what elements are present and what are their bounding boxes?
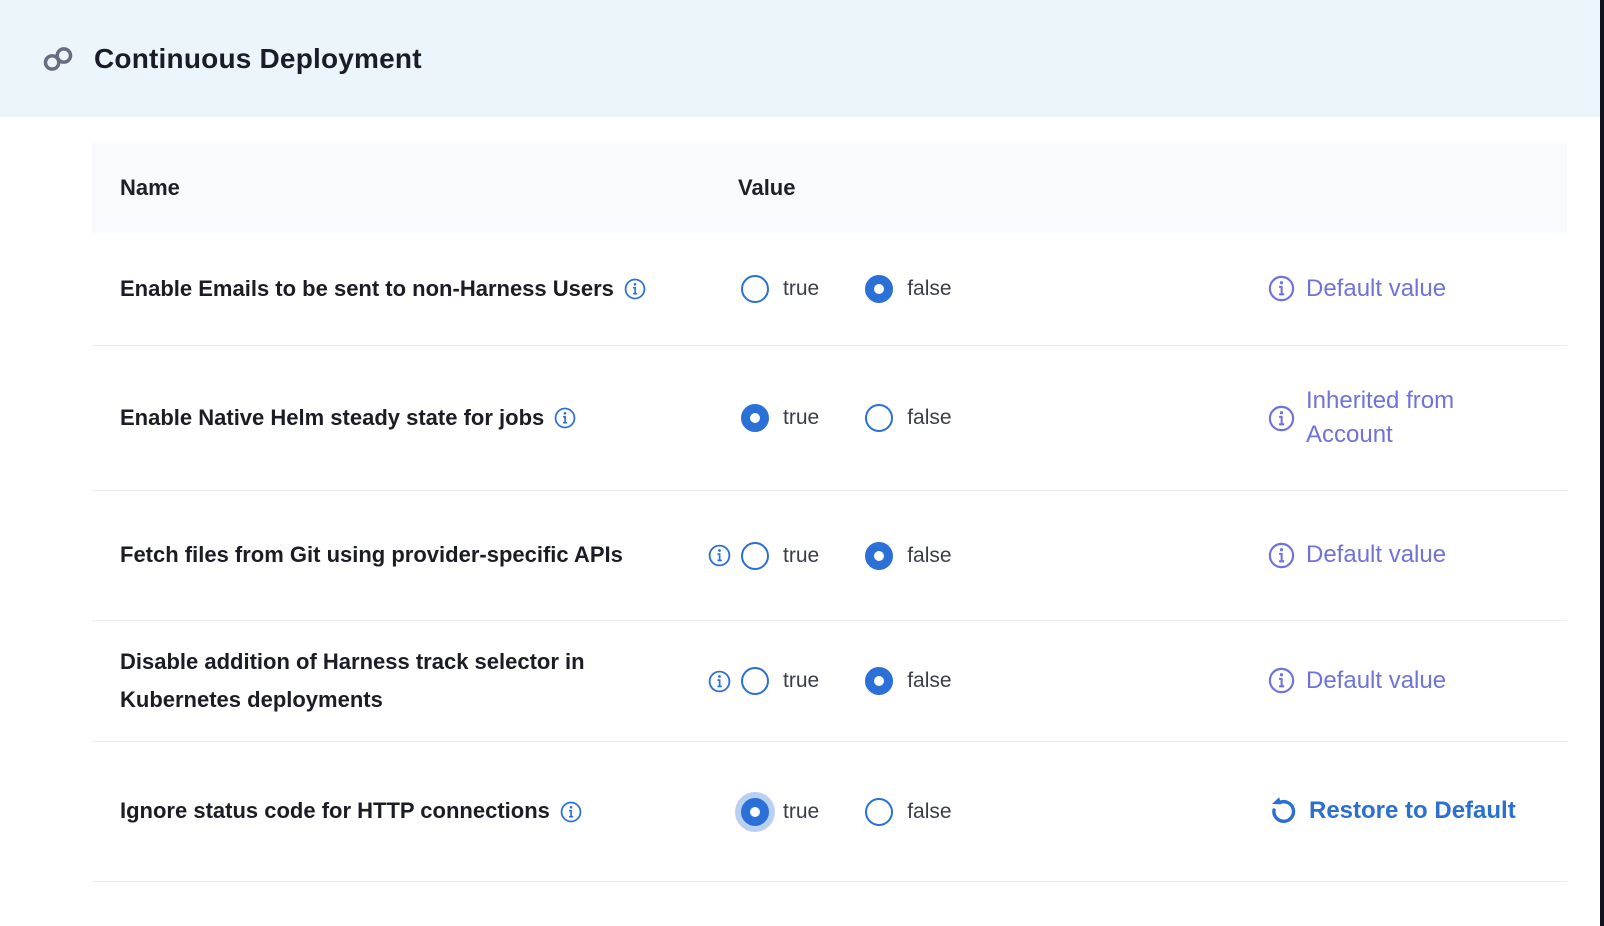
restore-to-default-button[interactable]: Restore to Default <box>1240 794 1567 828</box>
setting-name: Ignore status code for HTTP connections <box>120 792 550 831</box>
table-row: Fetch files from Git using provider-spec… <box>92 491 1567 621</box>
radio-label: true <box>783 544 819 568</box>
restore-icon[interactable] <box>1268 796 1298 826</box>
radio-label: false <box>907 669 951 693</box>
table-header-row: Name Value <box>92 143 1567 233</box>
value-annotation: Default value <box>1240 664 1567 698</box>
radio-false[interactable] <box>865 798 893 826</box>
radio-true[interactable] <box>741 798 769 826</box>
info-icon[interactable] <box>560 801 582 823</box>
radio-label: true <box>783 406 819 430</box>
table-row: Disable addition of Harness track select… <box>92 621 1567 742</box>
radio-false[interactable] <box>865 275 893 303</box>
column-header-name: Name <box>92 175 700 201</box>
radio-option-true[interactable]: true <box>741 667 819 695</box>
info-icon[interactable] <box>1268 542 1295 569</box>
setting-name: Enable Emails to be sent to non-Harness … <box>120 270 614 309</box>
annotation-label: Default value <box>1306 538 1446 572</box>
value-annotation: Default value <box>1240 538 1567 572</box>
page-title: Continuous Deployment <box>94 43 422 75</box>
info-icon[interactable] <box>708 670 731 693</box>
value-annotation: Inherited from Account <box>1240 384 1567 452</box>
radio-label: false <box>907 544 951 568</box>
radio-false[interactable] <box>865 404 893 432</box>
setting-name: Disable addition of Harness track select… <box>120 643 705 720</box>
annotation-label: Inherited from Account <box>1306 384 1454 452</box>
radio-option-true[interactable]: true <box>741 275 819 303</box>
radio-option-true[interactable]: true <box>741 798 819 826</box>
radio-true[interactable] <box>741 667 769 695</box>
column-header-value: Value <box>700 175 1240 201</box>
window-edge <box>1600 0 1604 926</box>
info-icon[interactable] <box>1268 667 1295 694</box>
info-icon[interactable] <box>1268 275 1295 302</box>
annotation-label: Restore to Default <box>1309 794 1516 828</box>
info-icon[interactable] <box>1268 405 1295 432</box>
radio-option-false[interactable]: false <box>865 275 951 303</box>
value-annotation: Default value <box>1240 272 1567 306</box>
section-header: Continuous Deployment <box>0 0 1604 117</box>
radio-option-true[interactable]: true <box>741 404 819 432</box>
settings-table: Name Value Enable Emails to be sent to n… <box>92 143 1567 882</box>
radio-label: false <box>907 277 951 301</box>
setting-name: Enable Native Helm steady state for jobs <box>120 399 544 438</box>
info-icon[interactable] <box>554 407 576 429</box>
table-row: Ignore status code for HTTP connections … <box>92 742 1567 882</box>
radio-option-false[interactable]: false <box>865 667 951 695</box>
info-icon[interactable] <box>624 278 646 300</box>
info-icon[interactable] <box>708 544 731 567</box>
radio-true[interactable] <box>741 404 769 432</box>
radio-label: false <box>907 406 951 430</box>
annotation-label: Default value <box>1306 272 1446 306</box>
table-row: Enable Emails to be sent to non-Harness … <box>92 233 1567 346</box>
annotation-label: Default value <box>1306 664 1446 698</box>
setting-name: Fetch files from Git using provider-spec… <box>120 536 623 575</box>
radio-label: true <box>783 800 819 824</box>
radio-true[interactable] <box>741 542 769 570</box>
table-row: Enable Native Helm steady state for jobs… <box>92 346 1567 491</box>
radio-option-true[interactable]: true <box>741 542 819 570</box>
radio-false[interactable] <box>865 542 893 570</box>
radio-option-false[interactable]: false <box>865 404 951 432</box>
radio-false[interactable] <box>865 667 893 695</box>
radio-label: true <box>783 669 819 693</box>
radio-label: true <box>783 277 819 301</box>
radio-option-false[interactable]: false <box>865 542 951 570</box>
radio-true[interactable] <box>741 275 769 303</box>
radio-option-false[interactable]: false <box>865 798 951 826</box>
link-icon <box>42 43 74 75</box>
radio-label: false <box>907 800 951 824</box>
